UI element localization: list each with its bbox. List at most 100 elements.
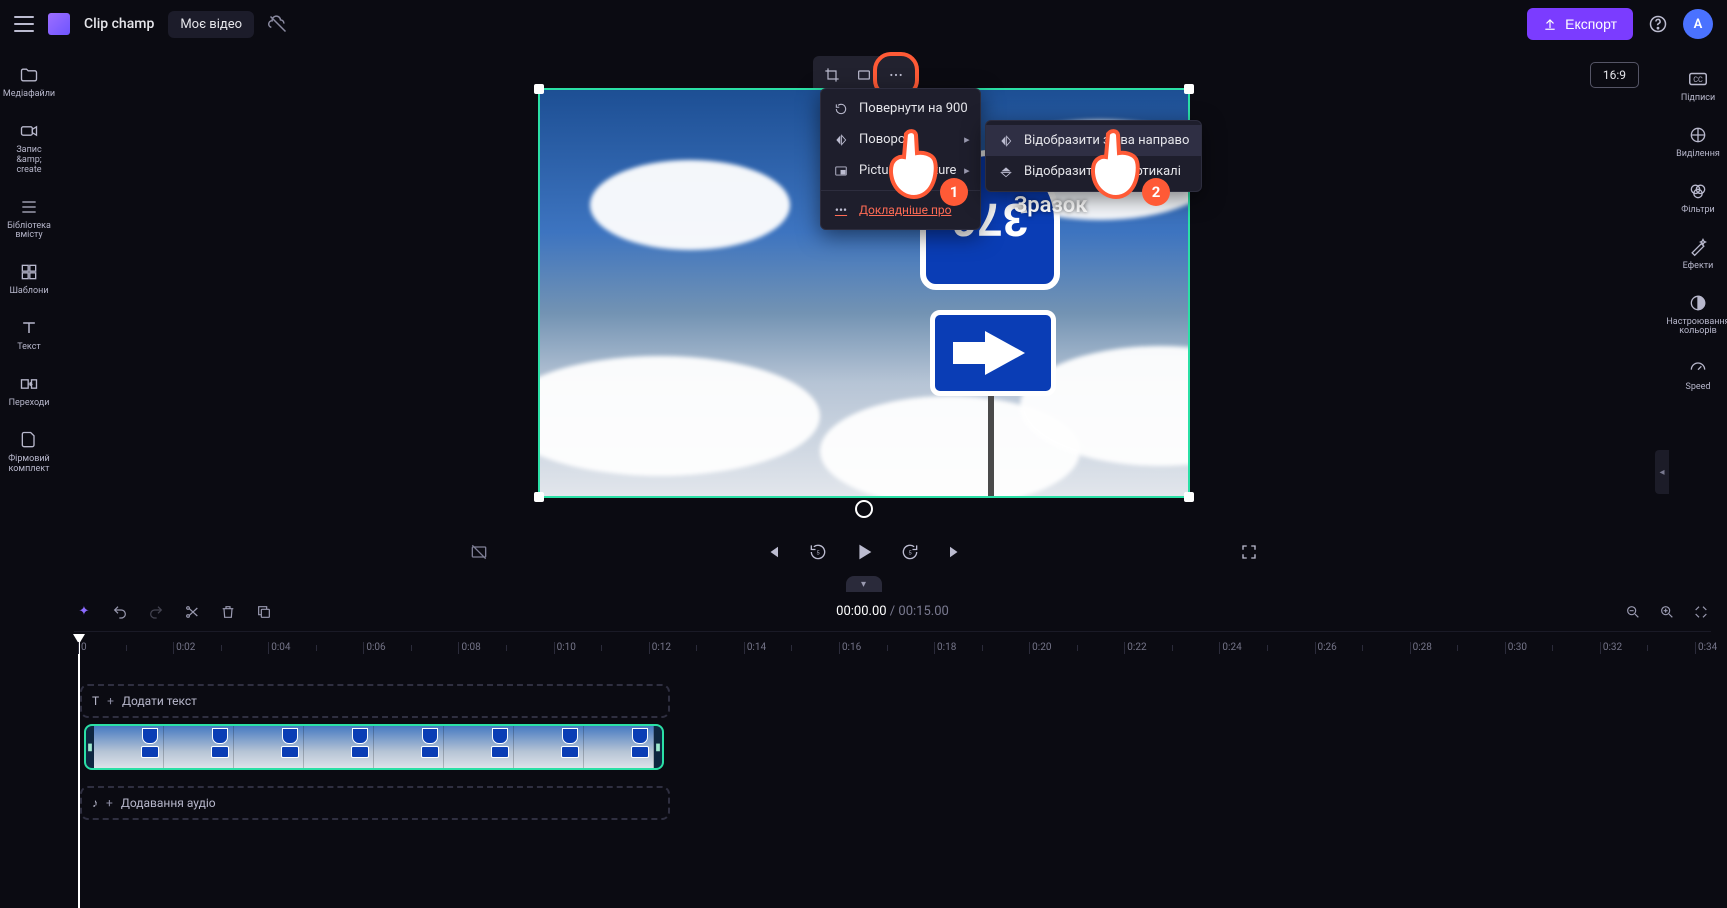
menu-item-rotate90[interactable]: Повернути на 900 [821,93,980,124]
timeline-ruler[interactable]: 00:020:040:060:080:100:120:140:160:180:2… [74,636,1711,668]
ruler-minor-tick [982,645,985,651]
ruler-tick: 0:08 [458,642,480,654]
ellipsis-icon: ••• [833,203,849,217]
delete-icon[interactable] [218,602,238,622]
sidebar-item-text[interactable]: Текст [1,309,57,361]
timeline-timecode: 00:00.00 / 00:15.00 [836,604,949,619]
audio-track-label: Додавання аудіо [121,796,216,810]
wand-icon [1687,236,1709,258]
ruler-tick: 0:24 [1219,642,1241,654]
fit-button-icon[interactable] [849,60,879,90]
sample-watermark: Зразок [1014,193,1088,218]
text-track-placeholder[interactable]: T + Додати текст [80,684,670,718]
duplicate-icon[interactable] [254,602,274,622]
project-name-chip[interactable]: Моє відео [168,11,254,38]
ruler-minor-tick [1647,645,1650,651]
transition-icon [18,373,40,395]
rotate-icon [833,102,849,116]
ruler-tick: 0:12 [649,642,671,654]
gauge-icon [1687,357,1709,379]
zoom-fit-icon[interactable] [1691,602,1711,622]
sidebar-item-effects[interactable]: Ефекти [1670,228,1726,280]
ai-tools-icon[interactable]: ✦ [74,602,94,622]
app-logo-icon [48,13,70,35]
menu-item-pip[interactable]: Picture in picture ▸ [821,155,980,186]
plus-icon: + [106,796,113,810]
sidebar-item-captions[interactable]: CC Підписи [1670,60,1726,112]
clip-grip-right[interactable]: ▮ [654,742,662,753]
sidebar-item-label: Переходи [7,399,52,409]
hide-preview-icon[interactable] [466,539,492,565]
skip-end-button[interactable] [944,540,968,564]
ruler-minor-tick [1457,645,1460,651]
sidebar-item-templates[interactable]: Шаблони [1,253,57,305]
ruler-tick: 0:16 [839,642,861,654]
text-track-label: Додати текст [122,694,197,708]
sidebar-item-media[interactable]: Медіафайли [1,56,57,108]
video-clip[interactable]: ▮ ▮ [84,724,664,770]
fullscreen-button[interactable] [1237,540,1261,564]
clip-grip-left[interactable]: ▮ [86,742,94,753]
user-avatar[interactable]: A [1683,9,1713,39]
ruler-tick: 0:32 [1600,642,1622,654]
ruler-minor-tick [316,645,319,651]
resize-handle-bl[interactable] [534,492,544,502]
sidebar-item-label: Медіафайли [1,90,57,100]
resize-handle-tr[interactable] [1184,84,1194,94]
redo-icon[interactable] [146,602,166,622]
timeline-toolbar: ✦ 00:00.00 / 00:15.00 [74,592,1711,632]
timeline-collapse-handle[interactable]: ▾ [846,576,882,592]
menu-item-learn-more[interactable]: ••• Докладніше про [821,195,980,225]
more-options-button[interactable] [881,60,911,90]
help-icon[interactable] [1647,13,1669,35]
sidebar-item-adjust[interactable]: Виділення [1670,116,1726,168]
hamburger-menu-icon[interactable] [14,16,34,32]
aspect-ratio-chip[interactable]: 16:9 [1590,62,1639,88]
rotate-handle[interactable] [855,500,873,518]
audio-track-placeholder[interactable]: ♪ + Додавання аудіо [80,786,670,820]
playhead[interactable] [78,636,80,908]
current-time: 00:00.00 [836,604,886,619]
ruler-minor-tick [1077,645,1080,651]
ruler-minor-tick [1362,645,1365,651]
sidebar-item-record[interactable]: Запис &amp; create [1,112,57,184]
zoom-out-icon[interactable] [1623,602,1643,622]
sidebar-item-label: Ефекти [1681,262,1716,272]
sidebar-item-speed[interactable]: Speed [1670,349,1726,401]
menu-item-flip[interactable]: Поворот ▸ [821,124,980,155]
submenu-item-flip-vertical[interactable]: Відобразити по вертикалі [986,156,1201,187]
forward-5s-button[interactable]: 5 [898,540,922,564]
split-icon[interactable] [182,602,202,622]
sidebar-item-label: Шаблони [7,287,50,297]
ruler-tick: 0:34 [1695,642,1717,654]
sidebar-item-brandkit[interactable]: Фірмовий комплект [1,421,57,483]
play-button[interactable] [852,540,876,564]
sidebar-item-transitions[interactable]: Переходи [1,365,57,417]
sidebar-item-color[interactable]: Настроювання кольорів [1670,284,1726,346]
ruler-tick: 0:22 [1124,642,1146,654]
ruler-tick: 0:20 [1029,642,1051,654]
ruler-tick: 0:28 [1410,642,1432,654]
zoom-in-icon[interactable] [1657,602,1677,622]
sign-arrow [930,310,1056,396]
cc-icon: CC [1687,68,1709,90]
cloud-sync-off-icon[interactable] [268,14,288,34]
chevron-right-icon: ▸ [964,133,970,146]
crop-button-icon[interactable] [817,60,847,90]
export-button[interactable]: Експорт [1527,8,1633,40]
sidebar-item-label: Бібліотека вмісту [1,222,57,242]
skip-start-button[interactable] [760,540,784,564]
timeline-panel: ✦ 00:00.00 / 00:15.00 00:020:040:060:080… [58,592,1727,893]
sidebar-item-filters[interactable]: Фільтри [1670,172,1726,224]
submenu-item-label: Відобразити по вертикалі [1024,164,1181,179]
ruler-minor-tick [1552,645,1555,651]
submenu-item-flip-horizontal[interactable]: Відобразити зліва направо [986,125,1201,156]
resize-handle-br[interactable] [1184,492,1194,502]
undo-icon[interactable] [110,602,130,622]
flip-h-icon [998,134,1014,148]
resize-handle-tl[interactable] [534,84,544,94]
rewind-5s-button[interactable]: 5 [806,540,830,564]
ruler-tick: 0:04 [268,642,290,654]
ruler-tick: 0:10 [554,642,576,654]
sidebar-item-library[interactable]: Бібліотека вмісту [1,188,57,250]
